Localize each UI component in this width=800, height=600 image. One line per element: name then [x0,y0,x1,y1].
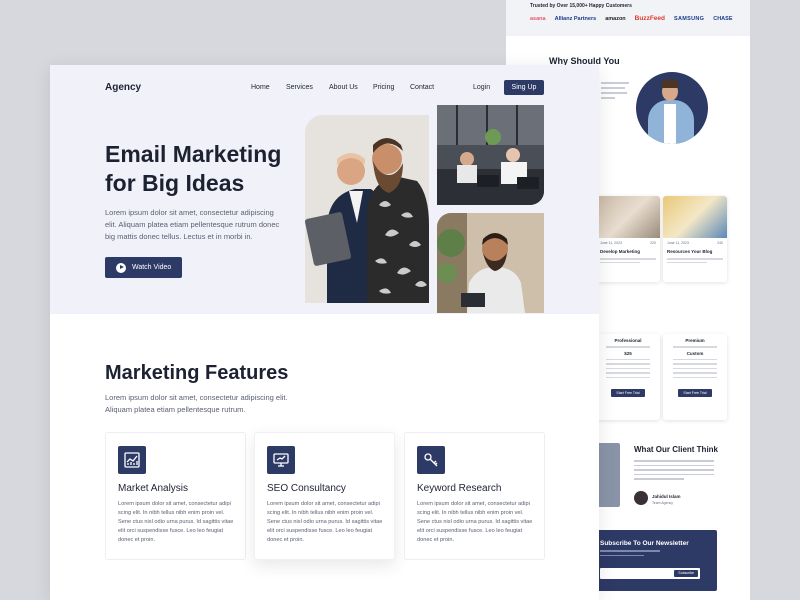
nav-home[interactable]: Home [251,84,270,91]
hero-section: Agency Home Services About Us Pricing Co… [50,65,599,314]
landing-page: Agency Home Services About Us Pricing Co… [50,65,599,600]
plan-name: Premium [685,338,705,343]
client-title: What Our Client Think [634,445,718,454]
login-link[interactable]: Login [473,84,490,91]
blog-title: Develop Marketing [600,249,641,254]
allianz-logo: Allianz Partners [554,15,597,22]
avatar [634,491,648,505]
feature-title: SEO Consultancy [267,483,346,494]
nav-contact[interactable]: Contact [410,84,434,91]
why-choose-photo [636,72,708,144]
pricing-card: Professional $25 Start Free Trial [596,334,660,420]
newsletter-banner: Subscribe To Our Newsletter Subscribe [592,530,717,591]
feature-text: Lorem ipsum dolor sit amet, consectetur … [267,501,383,543]
amazon-logo: amazon [605,15,626,22]
nav-services[interactable]: Services [286,84,313,91]
feature-title: Market Analysis [118,483,189,494]
subscribe-button[interactable]: Subscribe [674,570,698,577]
nav-about-us[interactable]: About Us [329,84,358,91]
hero-photo-office [437,105,544,205]
plan-button[interactable]: Start Free Trial [611,389,645,397]
chart-icon [118,446,146,474]
nav-pricing[interactable]: Pricing [373,84,394,91]
feature-text: Lorem ipsum dolor sit amet, consectetur … [118,501,234,543]
brand-logo[interactable]: Agency [105,82,141,93]
plan-name: Professional [614,338,642,343]
client-name: Jahidul Islam [652,494,681,499]
features-description: Lorem ipsum dolor sit amet, consectetur … [105,393,288,414]
watch-video-label: Watch Video [132,264,172,271]
trusted-label: Trusted by Over 15,000+ Happy Customers [530,3,632,9]
why-choose-text [601,82,629,102]
chase-logo: CHASE [713,15,733,22]
plan-price: $25 [624,350,632,356]
signup-button[interactable]: Sing Up [504,80,544,95]
blog-count: 240 [717,241,723,245]
blog-count: 220 [650,241,656,245]
play-icon [116,262,126,273]
newsletter-title: Subscribe To Our Newsletter [600,540,689,547]
feature-text: Lorem ipsum dolor sit amet, consectetur … [417,501,533,543]
blog-title: Resources Your Blog [667,249,713,254]
plan-price: Custom [686,350,704,356]
features-title: Marketing Features [105,362,289,384]
samsung-logo: SAMSUNG [674,15,705,22]
blog-date: June 11, 2023 [600,241,622,245]
plan-button[interactable]: Start Free Trial [678,389,712,397]
hero-photo-man [437,213,544,313]
blog-date: June 11, 2023 [667,241,689,245]
hero-description: Lorem ipsum dolor sit amet, consectetur … [105,208,280,241]
feature-title: Keyword Research [417,483,502,494]
feature-card-market-analysis[interactable]: Market Analysis Lorem ipsum dolor sit am… [105,432,246,560]
hero-title: Email Marketing for Big Ideas [105,141,282,196]
hero-photo-main [305,115,429,303]
asana-logo: asana [530,15,546,22]
trusted-strip: Trusted by Over 15,000+ Happy Customers … [506,0,750,36]
client-role: Team Agency [652,501,674,505]
brand-logos: asana Allianz Partners amazon BuzzFeed S… [530,15,750,22]
feature-card-seo-consultancy[interactable]: SEO Consultancy Lorem ipsum dolor sit am… [254,432,395,560]
key-icon [417,446,445,474]
blog-card[interactable]: June 11, 2023 240 Resources Your Blog [663,196,727,282]
client-quote [634,460,714,483]
newsletter-email-input[interactable]: Subscribe [600,568,700,579]
buzzfeed-logo: BuzzFeed [634,15,666,22]
feature-card-keyword-research[interactable]: Keyword Research Lorem ipsum dolor sit a… [404,432,545,560]
blog-card[interactable]: June 11, 2023 220 Develop Marketing [596,196,660,282]
watch-video-button[interactable]: Watch Video [105,257,182,278]
presentation-icon [267,446,295,474]
pricing-card: Premium Custom Start Free Trial [663,334,727,420]
